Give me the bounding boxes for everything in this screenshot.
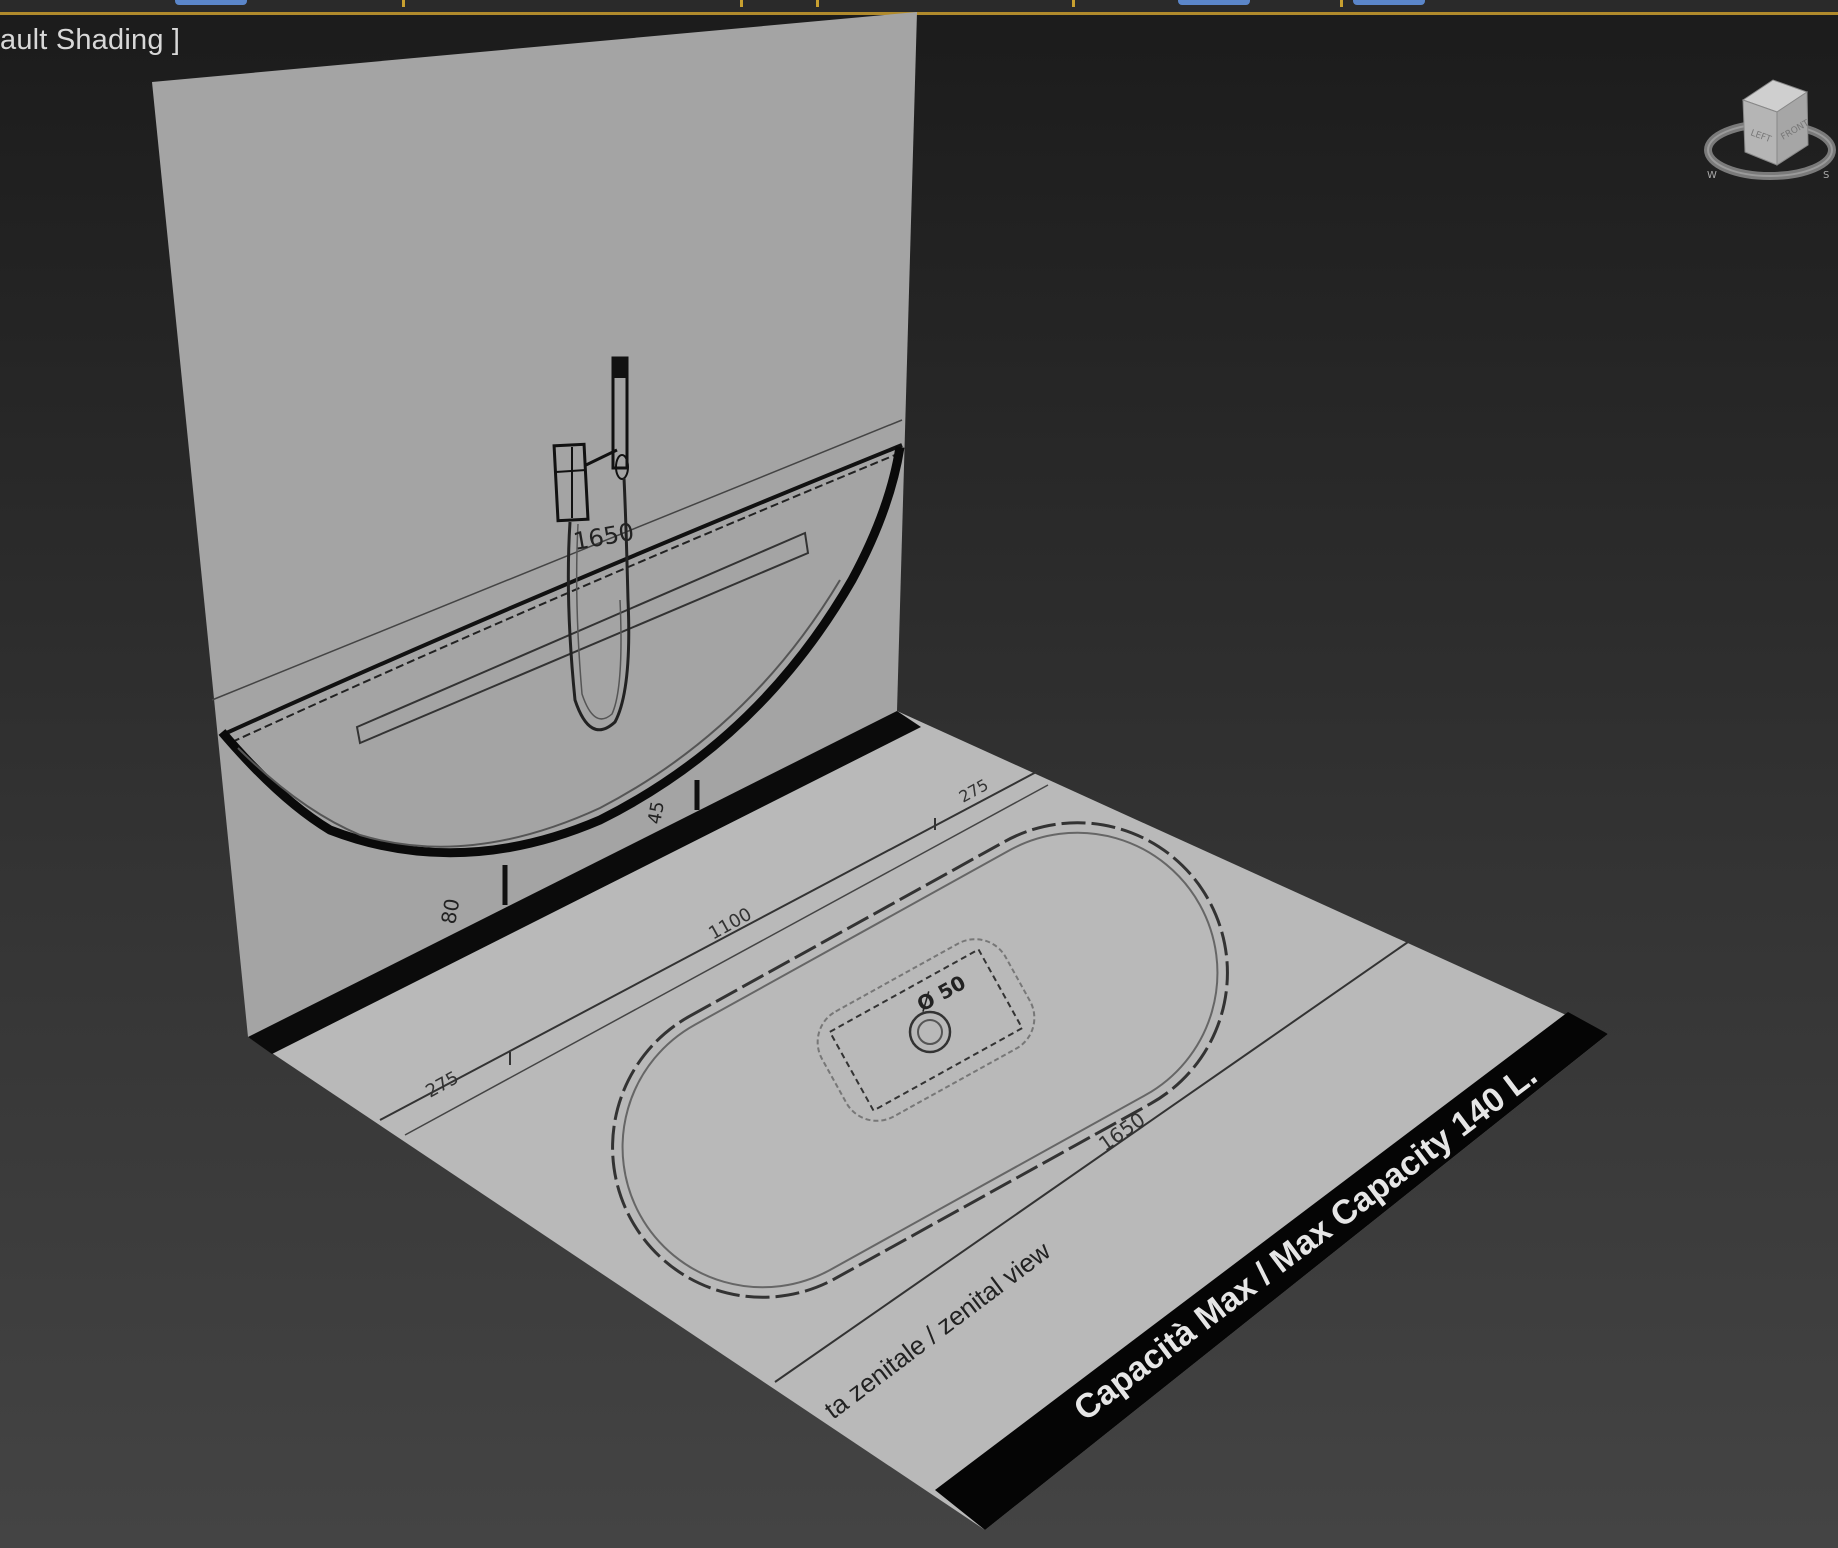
viewcube-icon[interactable]: LEFT FRONT W S: [1695, 70, 1838, 200]
viewcube-ring-mark-s: S: [1823, 170, 1829, 181]
viewport-scene[interactable]: 1650 80 45 Ø 50 275 1100 275 1650 ta zen…: [0, 0, 1838, 1548]
handshower-head: [613, 358, 627, 378]
wall-dimension-45: 45: [644, 800, 669, 826]
viewcube-ring-mark-w: W: [1707, 170, 1717, 181]
wall-dimension-height: 80: [436, 897, 464, 926]
